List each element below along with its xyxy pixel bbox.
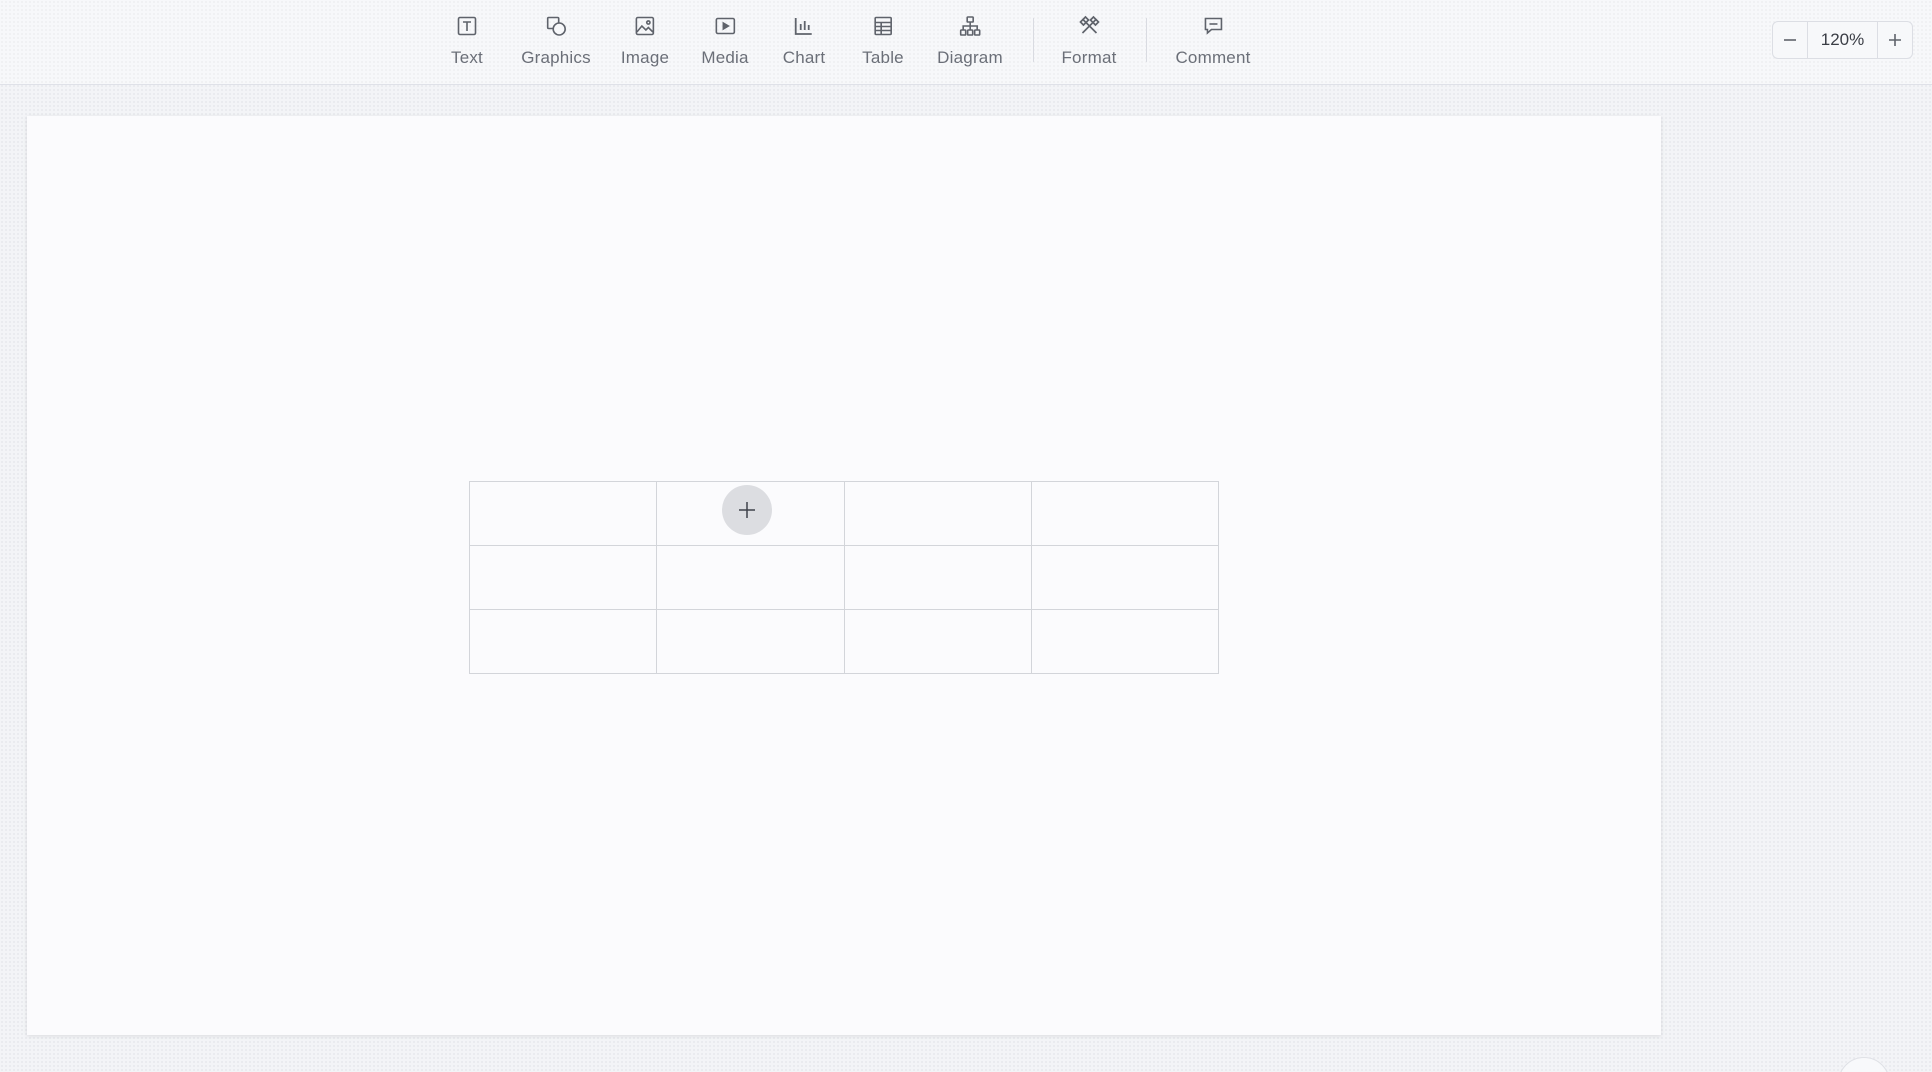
slide-table[interactable] [468, 481, 1220, 674]
image-tool-label: Image [620, 48, 670, 67]
table-tool-button[interactable]: Table [862, 14, 904, 72]
zoom-in-button[interactable] [1878, 22, 1912, 58]
media-tool-label: Media [701, 48, 749, 67]
table-cell[interactable] [843, 609, 1032, 674]
table-cell[interactable] [468, 545, 658, 610]
table-cell[interactable] [843, 481, 1032, 546]
format-tools-icon [1077, 14, 1101, 38]
image-icon [633, 14, 657, 38]
table-tool-label: Table [862, 48, 904, 67]
graphics-tool-label: Graphics [521, 48, 591, 67]
comment-icon [1201, 14, 1225, 38]
toolbar-divider [1146, 18, 1147, 62]
bar-chart-icon [792, 14, 816, 38]
table-cell[interactable] [468, 481, 658, 546]
comment-tool-label: Comment [1175, 48, 1251, 67]
media-play-icon [713, 14, 737, 38]
add-column-button[interactable] [722, 485, 772, 535]
diagram-tool-button[interactable]: Diagram [937, 14, 1003, 72]
format-tool-button[interactable]: Format [1061, 14, 1116, 72]
table-cell[interactable] [656, 609, 845, 674]
text-box-icon [455, 14, 479, 38]
table-row [468, 545, 1220, 610]
table-cell[interactable] [1030, 609, 1220, 674]
format-tool-label: Format [1061, 48, 1117, 67]
shapes-icon [544, 14, 568, 38]
table-icon [871, 14, 895, 38]
media-tool-button[interactable]: Media [701, 14, 748, 72]
chart-tool-button[interactable]: Chart [783, 14, 826, 72]
table-cell[interactable] [1030, 545, 1220, 610]
plus-icon [1886, 31, 1904, 49]
chart-tool-label: Chart [782, 48, 826, 67]
minus-icon [1781, 31, 1799, 49]
toolbar-divider [1033, 18, 1034, 62]
toolbar: Text Graphics Image Media Chart Table Di… [0, 0, 1932, 85]
image-tool-button[interactable]: Image [621, 14, 669, 72]
table-cell[interactable] [1030, 481, 1220, 546]
zoom-control: 120% [1772, 21, 1913, 59]
diagram-tool-label: Diagram [937, 48, 1003, 67]
org-diagram-icon [958, 14, 982, 38]
plus-icon [736, 499, 758, 521]
table-cell[interactable] [656, 545, 845, 610]
floating-help-button[interactable] [1838, 1057, 1890, 1072]
table-row [468, 481, 1220, 546]
zoom-level[interactable]: 120% [1807, 22, 1878, 58]
text-tool-button[interactable]: Text [451, 14, 483, 72]
table-cell[interactable] [843, 545, 1032, 610]
zoom-out-button[interactable] [1773, 22, 1807, 58]
table-row [468, 609, 1220, 674]
text-tool-label: Text [451, 48, 483, 67]
comment-tool-button[interactable]: Comment [1175, 14, 1250, 72]
table-cell[interactable] [468, 609, 658, 674]
graphics-tool-button[interactable]: Graphics [521, 14, 591, 72]
